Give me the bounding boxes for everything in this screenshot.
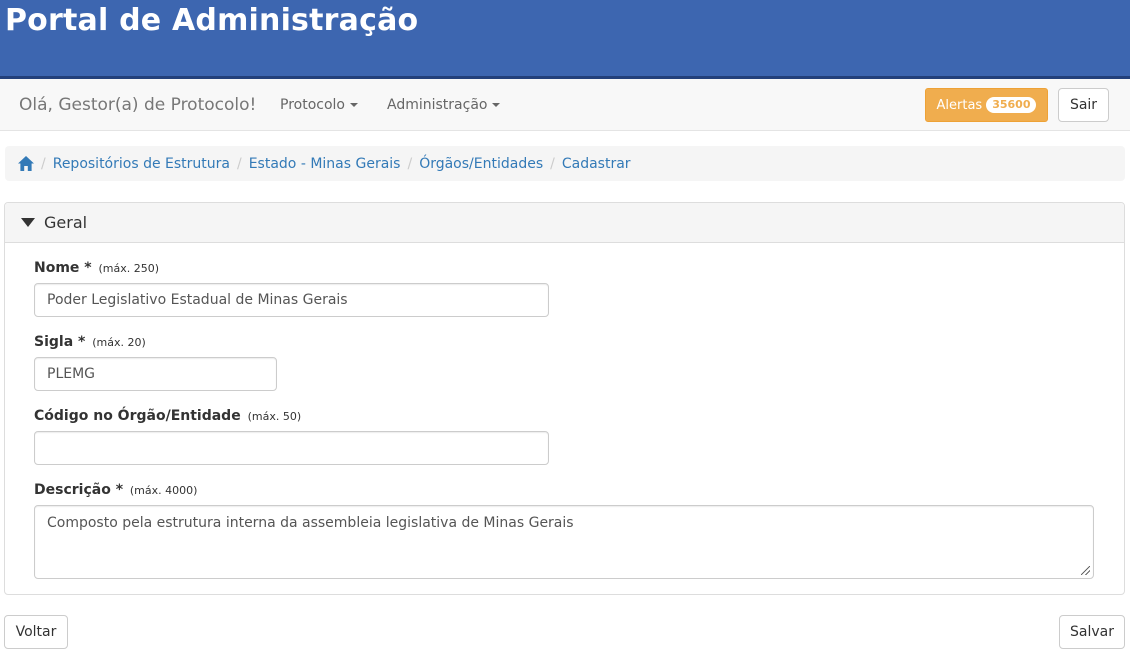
menu-protocolo[interactable]: Protocolo xyxy=(280,96,358,114)
descricao-value: Composto pela estrutura interna da assem… xyxy=(47,515,574,531)
codigo-max-hint: (máx. 50) xyxy=(247,410,302,423)
voltar-button[interactable]: Voltar xyxy=(4,615,68,649)
sigla-max-hint: (máx. 20) xyxy=(92,336,146,349)
descricao-max-hint: (máx. 4000) xyxy=(129,484,198,497)
codigo-label-text: Código no Órgão/Entidade xyxy=(34,408,241,424)
sigla-input[interactable]: PLEMG xyxy=(34,357,277,391)
alertas-button[interactable]: Alertas 35600 xyxy=(925,88,1048,122)
salvar-label: Salvar xyxy=(1070,624,1114,640)
nome-label-text: Nome * xyxy=(34,260,92,276)
alertas-count-badge: 35600 xyxy=(986,97,1037,113)
sigla-label-text: Sigla * xyxy=(34,334,86,350)
sigla-label: Sigla * (máx. 20) xyxy=(34,333,146,352)
caret-down-icon xyxy=(492,103,501,107)
nome-max-hint: (máx. 250) xyxy=(98,262,160,275)
user-greeting: Olá, Gestor(a) de Protocolo! xyxy=(19,95,257,115)
menu-administracao[interactable]: Administração xyxy=(387,96,501,114)
geral-panel-title: Geral xyxy=(44,213,88,232)
app-banner: Portal de Administração xyxy=(0,0,1130,79)
sair-button[interactable]: Sair xyxy=(1058,88,1109,122)
geral-panel-heading[interactable]: Geral xyxy=(5,203,1124,243)
alertas-label: Alertas xyxy=(936,97,983,113)
menu-administracao-label: Administração xyxy=(387,97,488,113)
codigo-label: Código no Órgão/Entidade (máx. 50) xyxy=(34,407,301,426)
nome-input[interactable]: Poder Legislativo Estadual de Minas Gera… xyxy=(34,283,549,317)
breadcrumb-cadastrar[interactable]: Cadastrar xyxy=(562,156,631,172)
home-icon[interactable] xyxy=(18,156,34,171)
breadcrumb-separator: / xyxy=(407,155,413,172)
salvar-button[interactable]: Salvar xyxy=(1059,615,1125,649)
app-title: Portal de Administração xyxy=(5,3,419,38)
sair-label: Sair xyxy=(1069,97,1098,113)
resize-handle-icon[interactable] xyxy=(1081,566,1090,575)
descricao-label: Descrição * (máx. 4000) xyxy=(34,481,197,500)
voltar-label: Voltar xyxy=(15,624,57,640)
breadcrumb-separator: / xyxy=(550,155,555,172)
nome-label: Nome * (máx. 250) xyxy=(34,259,159,278)
descricao-textarea[interactable]: Composto pela estrutura interna da assem… xyxy=(34,505,1094,579)
triangle-down-icon xyxy=(21,218,35,227)
breadcrumb-orgaos[interactable]: Órgãos/Entidades xyxy=(419,156,543,172)
breadcrumb: / Repositórios de Estrutura / Estado - M… xyxy=(5,146,1125,181)
codigo-input[interactable] xyxy=(34,431,549,465)
breadcrumb-repositorios[interactable]: Repositórios de Estrutura xyxy=(53,156,230,172)
descricao-label-text: Descrição * xyxy=(34,482,124,498)
breadcrumb-separator: / xyxy=(236,155,242,172)
breadcrumb-estado[interactable]: Estado - Minas Gerais xyxy=(249,156,401,172)
breadcrumb-separator: / xyxy=(41,155,46,172)
caret-down-icon xyxy=(349,103,358,107)
menu-protocolo-label: Protocolo xyxy=(280,97,345,113)
